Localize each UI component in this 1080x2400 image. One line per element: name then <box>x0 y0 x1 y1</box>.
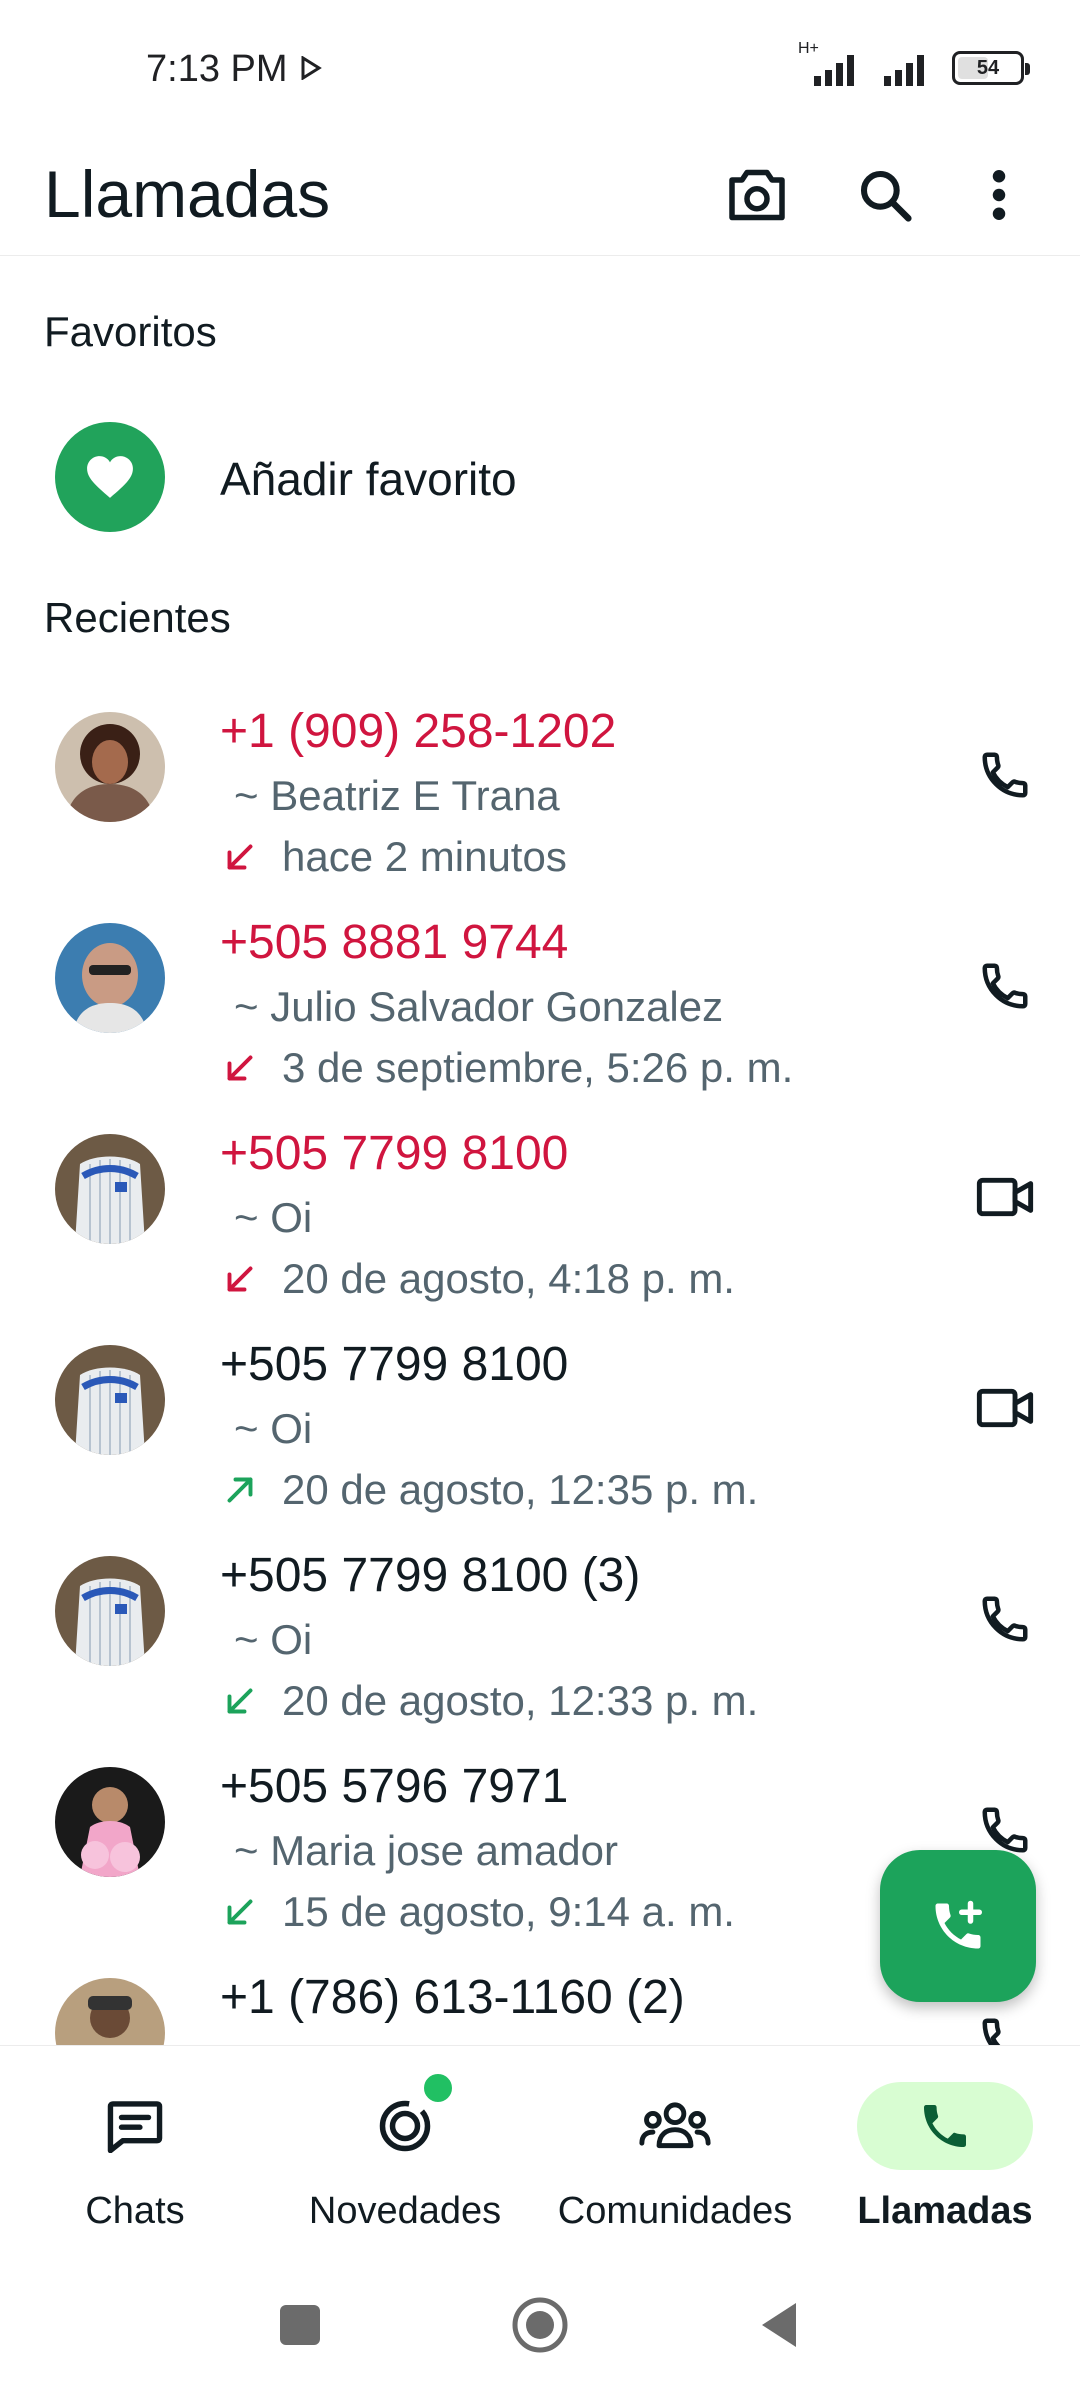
voice-call-icon[interactable] <box>960 941 1050 1031</box>
call-log-row[interactable]: +505 7799 8100 (3) ~ Oi 20 de agosto, 12:3… <box>0 1524 1080 1739</box>
updates-icon <box>379 2100 431 2152</box>
video-call-icon[interactable] <box>960 1363 1050 1453</box>
system-navigation-bar <box>0 2245 1080 2400</box>
signal-icon-1: H+ <box>798 40 864 90</box>
nav-calls[interactable]: Llamadas <box>810 2046 1080 2246</box>
call-log-row[interactable]: +505 7799 8100 ~ Oi 20 de agosto, 12:35 p.… <box>0 1313 1080 1528</box>
play-indicator-icon <box>301 56 322 80</box>
call-time: 15 de agosto, 9:14 a. m. <box>282 1888 735 1935</box>
signal-icon-2 <box>884 55 924 86</box>
call-meta: 20 de agosto, 12:35 p. m. <box>222 1465 758 1515</box>
call-meta: 20 de agosto, 4:18 p. m. <box>222 1254 735 1304</box>
voice-call-icon[interactable] <box>960 730 1050 820</box>
nav-chats[interactable]: Chats <box>0 2046 270 2246</box>
battery-icon: 54 <box>952 51 1030 85</box>
call-time: 20 de agosto, 12:33 p. m. <box>282 1677 759 1724</box>
missed-call-arrow-icon <box>222 1261 282 1297</box>
nav-communities-label: Comunidades <box>557 2190 793 2232</box>
new-call-button[interactable] <box>880 1850 1036 2002</box>
contact-avatar[interactable] <box>55 923 165 1033</box>
nav-chats-label: Chats <box>85 2190 185 2232</box>
nav-updates-pill <box>317 2082 493 2170</box>
more-vert-icon[interactable] <box>954 150 1044 240</box>
call-time: hace 2 minutos <box>282 833 567 880</box>
call-meta: 20 de agosto, 12:33 p. m. <box>222 1676 758 1726</box>
call-contact-pushname: ~ Oi <box>234 1405 313 1452</box>
contact-avatar[interactable] <box>55 1556 165 1666</box>
app-bar: Llamadas <box>0 140 1080 256</box>
incoming-call-arrow-icon <box>222 1894 282 1930</box>
missed-call-arrow-icon <box>222 1050 282 1086</box>
call-log-row[interactable]: +505 7799 8100 ~ Oi 20 de agosto, 4:18 p. … <box>0 1102 1080 1317</box>
search-icon[interactable] <box>840 150 930 240</box>
contact-avatar[interactable] <box>55 1345 165 1455</box>
nav-calls-pill <box>857 2082 1033 2170</box>
chat-icon <box>107 2101 163 2153</box>
voice-call-icon[interactable] <box>960 1574 1050 1664</box>
network-type-label: H+ <box>798 40 819 57</box>
phone-icon <box>924 2105 966 2147</box>
contact-avatar[interactable] <box>55 1767 165 1877</box>
outgoing-call-arrow-icon <box>222 1472 282 1508</box>
call-time: 3 de septiembre, 5:26 p. m. <box>282 1044 794 1091</box>
heart-icon <box>55 422 165 532</box>
call-contact-name: +505 7799 8100 (3) <box>220 1549 641 1602</box>
call-contact-name: +505 8881 9744 <box>220 916 569 969</box>
call-contact-pushname: ~ Julio Salvador Gonzalez <box>234 983 724 1030</box>
call-contact-pushname: ~ Beatriz E Trana <box>234 772 560 819</box>
video-call-icon[interactable] <box>960 1152 1050 1242</box>
call-time: 20 de agosto, 12:35 p. m. <box>282 1466 759 1513</box>
missed-call-arrow-icon <box>222 839 282 875</box>
recents-square-icon[interactable] <box>260 2285 340 2365</box>
voice-call-icon[interactable] <box>960 1996 1050 2045</box>
camera-icon[interactable] <box>712 150 802 240</box>
add-favorite-row[interactable]: Añadir favorito <box>0 410 1080 550</box>
contact-avatar[interactable] <box>55 1134 165 1244</box>
call-contact-pushname: ~ Oi <box>234 1616 313 1663</box>
call-meta: 15 de agosto, 9:14 a. m. <box>222 1887 735 1937</box>
nav-communities[interactable]: Comunidades <box>540 2046 810 2246</box>
nav-calls-label: Llamadas <box>857 2190 1033 2232</box>
contact-avatar[interactable] <box>55 1978 165 2045</box>
call-contact-name: +1 (909) 258-1202 <box>220 705 617 758</box>
communities-icon <box>639 2102 711 2149</box>
call-log-row[interactable]: +505 8881 9744 ~ Julio Salvador Gonzalez 3… <box>0 891 1080 1106</box>
page-title: Llamadas <box>44 157 331 231</box>
nav-chats-pill <box>47 2082 223 2170</box>
call-log-row[interactable]: +1 (909) 258-1202 ~ Beatriz E Trana hace 2… <box>0 680 1080 895</box>
back-triangle-icon[interactable] <box>740 2285 820 2365</box>
battery-percent: 54 <box>976 56 1000 79</box>
call-contact-name: +505 7799 8100 <box>220 1127 569 1180</box>
nav-communities-pill <box>587 2082 763 2170</box>
add-favorite-label: Añadir favorito <box>220 453 517 505</box>
status-icons: H+ 54 <box>798 40 1030 90</box>
status-bar: 7:13 PM H+ 54 <box>0 0 1080 140</box>
updates-badge-dot <box>420 2070 456 2106</box>
bottom-navigation: Chats Novedades Comunidades Llamadas <box>0 2045 1080 2245</box>
nav-updates-label: Novedades <box>308 2190 502 2232</box>
favorites-heading: Favoritos <box>44 308 217 355</box>
call-meta: 3 de septiembre, 5:26 p. m. <box>222 1043 793 1093</box>
call-contact-name: +505 7799 8100 <box>220 1338 569 1391</box>
add-call-icon <box>935 1900 982 1949</box>
incoming-call-arrow-icon <box>222 1683 282 1719</box>
call-contact-name: +1 (786) 613-1160 (2) <box>220 1971 685 2024</box>
call-contact-pushname: ~ Oi <box>234 1194 313 1241</box>
nav-updates[interactable]: Novedades <box>270 2046 540 2246</box>
call-contact-name: +505 5796 7971 <box>220 1760 569 1813</box>
recents-heading: Recientes <box>44 594 231 641</box>
call-contact-pushname: ~ Maria jose amador <box>234 1827 619 1874</box>
status-time: 7:13 PM <box>146 48 288 90</box>
call-time: 20 de agosto, 4:18 p. m. <box>282 1255 735 1302</box>
home-circle-icon[interactable] <box>500 2285 580 2365</box>
recent-calls-list: +1 (909) 258-1202 ~ Beatriz E Trana hace 2… <box>0 680 1080 2045</box>
call-meta: hace 2 minutos <box>222 832 567 882</box>
contact-avatar[interactable] <box>55 712 165 822</box>
